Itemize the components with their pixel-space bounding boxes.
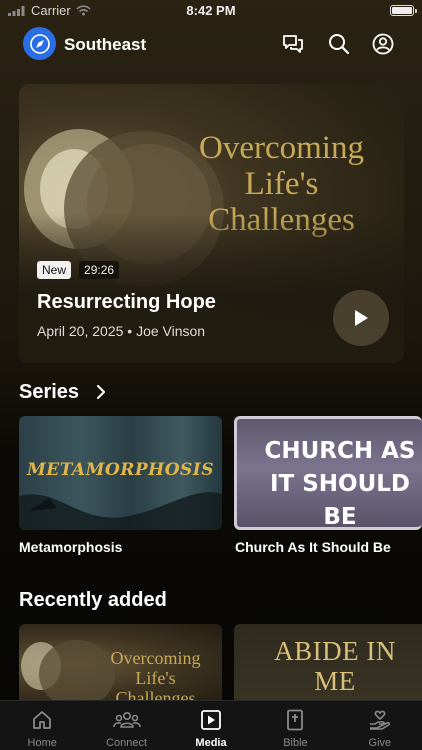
series-label: Metamorphosis <box>19 539 123 555</box>
compass-icon <box>29 33 50 54</box>
account-icon[interactable] <box>371 32 395 56</box>
tab-home[interactable]: Home <box>0 701 84 750</box>
media-icon <box>201 710 221 730</box>
app-header: Southeast <box>0 24 422 64</box>
bible-icon <box>287 709 304 731</box>
status-time: 8:42 PM <box>186 3 236 18</box>
recently-added-heading: Recently added <box>19 589 167 611</box>
artwork-line: Overcoming <box>199 130 364 166</box>
church-name: Southeast <box>64 35 147 54</box>
battery-icon <box>390 5 417 16</box>
featured-media-card[interactable]: Overcoming Life's Challenges New 29:26 R… <box>19 84 404 363</box>
recent-art-text: Overcoming Life's Challenges <box>89 648 222 704</box>
recent-art-text: ABIDE IN ME <box>248 636 422 696</box>
chat-icon[interactable] <box>281 32 305 56</box>
featured-meta: April 20, 2025 • Joe Vinson <box>37 323 206 339</box>
series-heading[interactable]: Series <box>19 381 79 404</box>
tab-media[interactable]: Media <box>169 701 253 750</box>
artwork-line: Overcoming <box>110 648 201 668</box>
search-icon[interactable] <box>327 32 351 56</box>
tab-label: Home <box>27 737 57 749</box>
tab-bar: Home Connect Media Bible Give <box>0 700 422 750</box>
people-icon <box>112 711 141 728</box>
tab-connect[interactable]: Connect <box>84 701 168 750</box>
tab-give[interactable]: Give <box>338 701 422 750</box>
tab-label: Connect <box>106 737 148 749</box>
home-icon <box>33 711 52 729</box>
featured-title: Resurrecting Hope <box>37 291 216 313</box>
give-icon <box>369 710 390 730</box>
featured-badges: New 29:26 <box>37 261 120 279</box>
play-button[interactable] <box>333 290 389 346</box>
church-logo[interactable] <box>23 27 56 60</box>
tab-bible[interactable]: Bible <box>253 701 337 750</box>
artwork-line: Life's <box>244 166 319 202</box>
new-badge: New <box>37 261 72 279</box>
tab-label: Media <box>195 737 227 749</box>
series-card-metamorphosis[interactable]: METAMORPHOSIS <box>19 416 222 530</box>
recent-card[interactable]: Overcoming Life's Challenges <box>19 624 222 704</box>
recent-card[interactable]: ABIDE IN ME <box>234 624 422 704</box>
duration-badge: 29:26 <box>79 261 120 279</box>
tab-label: Bible <box>283 737 308 749</box>
status-bar: Carrier 8:42 PM <box>0 0 422 22</box>
series-art-text: CHURCH AS IT SHOULD BE <box>264 438 416 530</box>
artwork-line: ME <box>314 666 356 696</box>
chevron-right-icon[interactable] <box>96 385 106 399</box>
artwork-line: Life's <box>135 668 176 688</box>
artwork-line: ABIDE IN <box>274 636 396 666</box>
tab-label: Give <box>368 737 392 749</box>
series-label: Church As It Should Be <box>235 539 391 555</box>
series-card-church-as-it-should-be[interactable]: CHURCH AS IT SHOULD BE <box>234 416 422 530</box>
series-art-text: METAMORPHOSIS <box>26 460 215 480</box>
play-icon <box>355 310 368 326</box>
